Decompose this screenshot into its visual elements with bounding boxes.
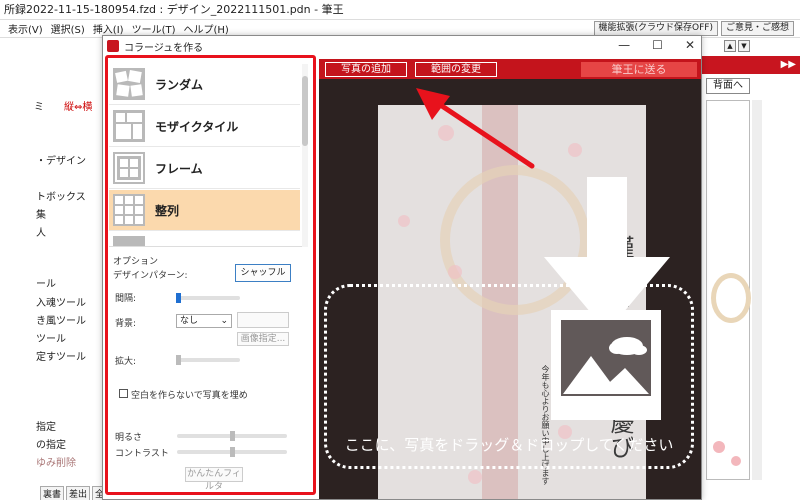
- brightness-label: 明るさ: [115, 433, 143, 443]
- right-thumbnail-strip: [706, 100, 751, 480]
- random-collage-icon: [113, 68, 145, 100]
- forward-icon[interactable]: ▶▶: [781, 59, 796, 70]
- minimize-icon[interactable]: —: [618, 38, 630, 52]
- plum-blossom-icon: [398, 215, 410, 227]
- plum-icon: [713, 441, 725, 453]
- menu-select[interactable]: 選択(S): [51, 21, 85, 36]
- style-label-frame: フレーム: [155, 161, 203, 176]
- window-controls: — ☐ ✕: [618, 38, 695, 52]
- feedback-button[interactable]: ご意見・ご感想: [720, 21, 794, 36]
- right-nav-arrows: ▲ ▼: [724, 40, 750, 52]
- send-to-fudeo-button[interactable]: 筆王に送る: [581, 62, 697, 77]
- main-top-buttons: 機能拡張(クラウド保存OFF) ご意見・ご感想: [593, 21, 794, 36]
- chevron-down-icon: ⌄: [220, 316, 228, 326]
- contrast-slider-thumb[interactable]: [229, 447, 235, 457]
- app-icon: [107, 40, 119, 52]
- contrast-label: コントラスト: [115, 449, 169, 459]
- style-list-scrollbar[interactable]: [302, 64, 308, 247]
- style-item-frame[interactable]: フレーム: [109, 148, 300, 189]
- dialog-titlebar: コラージュを作る — ☐ ✕: [103, 36, 701, 56]
- style-item-partial[interactable]: [109, 232, 300, 246]
- design-pattern-label: デザインパターン:: [113, 271, 188, 281]
- background-label: 背景:: [115, 319, 137, 329]
- change-range-button[interactable]: 範囲の変更: [415, 62, 497, 77]
- grid-align-icon: [113, 194, 145, 226]
- spacing-label: 間隔:: [115, 294, 137, 304]
- no-gap-checkbox[interactable]: [119, 389, 128, 398]
- image-select-button[interactable]: 画像指定...: [237, 332, 289, 346]
- style-list-scroll-thumb[interactable]: [302, 76, 308, 146]
- zoom-slider-thumb[interactable]: [176, 355, 181, 365]
- options-heading: オプション: [113, 257, 159, 267]
- style-label-grid: 整列: [155, 203, 180, 218]
- main-left-toolbar: ミ 縦⇔横 ・デザイン トボックス 集 人 ール 入魂ツール き風ツール ツール…: [0, 38, 104, 500]
- dialog-title: コラージュを作る: [124, 42, 204, 54]
- collage-style-icon: [113, 236, 145, 246]
- menu-insert[interactable]: 挿入(I): [93, 21, 124, 36]
- ring-thumb-icon: [711, 273, 751, 323]
- spacing-slider[interactable]: [176, 293, 240, 303]
- send-to-back-button[interactable]: 背面へ: [706, 78, 750, 94]
- drop-hint-text: ここに、写真をドラッグ＆ドロップしてください: [344, 436, 674, 454]
- mosaic-tile-icon: [113, 110, 145, 142]
- plum-blossom-icon: [468, 470, 482, 484]
- right-scrollbar[interactable]: [752, 100, 762, 480]
- main-window-titlebar: 所録2022-11-15-180954.fzd : デザイン_202211150…: [0, 0, 800, 20]
- zoom-label: 拡大:: [115, 357, 137, 367]
- menu-view[interactable]: 表示(V): [8, 21, 43, 36]
- collage-options-panel: ランダム モザイクタイル フレーム 整列 オプション デザインパターン: シャッ…: [109, 59, 313, 495]
- spacing-slider-thumb[interactable]: [176, 293, 181, 303]
- main-window-title: 所録2022-11-15-180954.fzd : デザイン_202211150…: [4, 3, 344, 16]
- maximize-icon[interactable]: ☐: [652, 38, 663, 52]
- nav-up-icon[interactable]: ▲: [724, 40, 736, 52]
- brightness-slider-thumb[interactable]: [229, 431, 235, 441]
- menu-help[interactable]: ヘルプ(H): [184, 21, 229, 36]
- background-select[interactable]: なし ⌄: [176, 314, 232, 328]
- zoom-slider[interactable]: [176, 355, 240, 365]
- tab-sender[interactable]: 差出: [66, 486, 91, 500]
- no-gap-label: 空白を作らないで写真を埋め: [131, 391, 248, 401]
- style-label-random: ランダム: [155, 77, 204, 92]
- add-photo-button[interactable]: 写真の追加: [325, 62, 407, 77]
- style-label-mosaic: モザイクタイル: [155, 119, 239, 134]
- extension-button[interactable]: 機能拡張(クラウド保存OFF): [593, 21, 718, 36]
- frame-collage-icon: [113, 152, 145, 184]
- photo-placeholder-icon: [551, 310, 661, 420]
- plum-icon: [731, 456, 741, 466]
- pointer-arrow-icon: [416, 88, 535, 169]
- collage-style-list: ランダム モザイクタイル フレーム 整列: [109, 64, 307, 247]
- plum-blossom-icon: [568, 143, 582, 157]
- style-item-random[interactable]: ランダム: [109, 64, 300, 105]
- background-color-swatch[interactable]: [237, 312, 289, 328]
- plum-blossom-icon: [448, 265, 462, 279]
- tab-back-side[interactable]: 裏書: [40, 486, 65, 500]
- shuffle-button[interactable]: シャッフル: [235, 264, 291, 282]
- collage-dialog: コラージュを作る — ☐ ✕ ランダム モザイクタイル フレーム 整列 オプショ…: [102, 35, 702, 500]
- nav-down-icon[interactable]: ▼: [738, 40, 750, 52]
- contrast-slider[interactable]: [177, 447, 287, 457]
- canvas-toolbar: 写真の追加 範囲の変更 筆王に送る: [319, 59, 701, 79]
- style-item-grid[interactable]: 整列: [109, 190, 300, 231]
- style-item-mosaic[interactable]: モザイクタイル: [109, 106, 300, 147]
- easy-filter-button[interactable]: かんたんフィルタ: [185, 467, 243, 492]
- right-red-header: ▶▶: [702, 56, 800, 74]
- background-select-value: なし: [180, 316, 199, 326]
- menu-tools[interactable]: ツール(T): [132, 21, 176, 36]
- brightness-slider[interactable]: [177, 431, 287, 441]
- close-icon[interactable]: ✕: [685, 38, 695, 52]
